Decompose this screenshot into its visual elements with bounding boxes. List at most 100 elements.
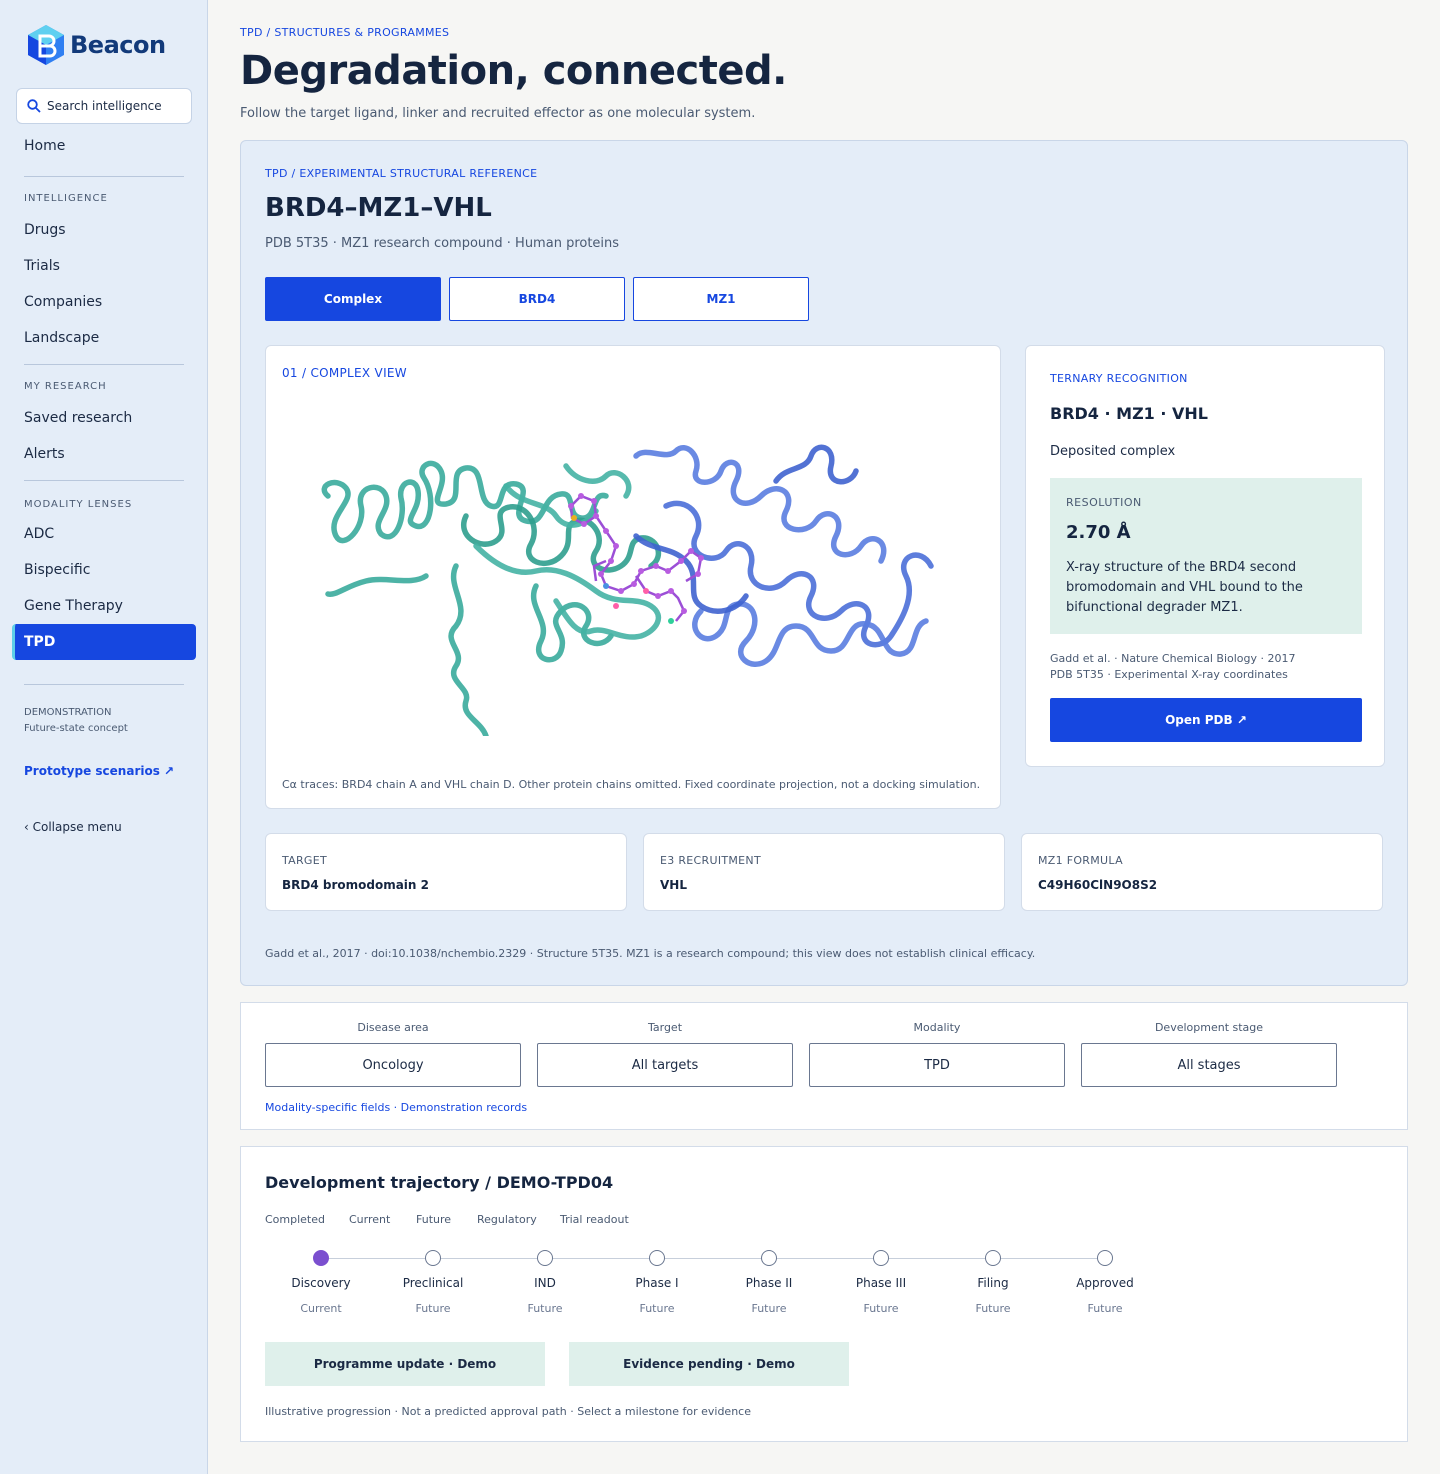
ternary-kicker: TERNARY RECOGNITION [1050,372,1188,385]
section-modality-lenses: MODALITY LENSES [24,499,133,510]
collapse-menu-button[interactable]: ‹ Collapse menu [24,820,122,834]
milestone-status: Future [527,1302,563,1315]
sidebar-item-home[interactable]: Home [12,128,196,164]
milestone-status: Current [300,1302,342,1315]
milestone-phase-3[interactable]: Phase III Future [825,1250,937,1315]
filter-label: Development stage [1154,1021,1264,1034]
section-my-research: MY RESEARCH [24,381,107,392]
legend-completed: Completed [265,1213,325,1226]
structure-subtitle: PDB 5T35 · MZ1 research compound · Human… [265,236,620,251]
trajectory-footnote: Illustrative progression · Not a predict… [265,1405,751,1418]
milestone-status: Future [751,1302,787,1315]
sidebar-item-landscape[interactable]: Landscape [12,320,196,356]
milestone-dot [873,1250,889,1266]
milestone-status: Future [863,1302,899,1315]
sidebar-item-saved-research[interactable]: Saved research [12,400,196,436]
fact-value: BRD4 bromodomain 2 [282,878,429,892]
search-placeholder: Search intelligence [47,99,162,113]
filter-development-stage: Development stage All stages [1081,1021,1337,1087]
milestone-name: Filing [977,1276,1009,1290]
viewer-caption: Cα traces: BRD4 chain A and VHL chain D.… [282,778,981,791]
milestone-name: Phase III [855,1276,907,1290]
milestone-name: IND [534,1276,556,1290]
milestone-status: Future [1087,1302,1123,1315]
prototype-scenarios-link[interactable]: Prototype scenarios ↗ [24,764,174,778]
fact-label: MZ1 FORMULA [1038,854,1123,867]
sidebar-divider [24,684,184,685]
milestone-dot [761,1250,777,1266]
demonstration-subtitle: Future-state concept [24,723,128,734]
sidebar-item-tpd[interactable]: TPD [12,624,196,660]
section-intelligence: INTELLIGENCE [24,193,108,204]
structure-footnote: Gadd et al., 2017 · doi:10.1038/nchembio… [265,947,1036,960]
milestone-phase-2[interactable]: Phase II Future [713,1250,825,1315]
search-icon [27,99,41,113]
sidebar-divider [24,364,184,365]
filter-label: Modality [913,1021,961,1034]
page-subtitle: Follow the target ligand, linker and rec… [240,106,756,121]
milestone-name: Preclinical [402,1276,464,1290]
sidebar-item-drugs[interactable]: Drugs [12,212,196,248]
milestone-phase-1[interactable]: Phase I Future [601,1250,713,1315]
milestone-name: Phase II [745,1276,793,1290]
milestone-name: Discovery [291,1276,351,1290]
sidebar-item-bispecific[interactable]: Bispecific [12,552,196,588]
development-stage-select[interactable]: All stages [1081,1043,1337,1087]
milestone-discovery[interactable]: Discovery Current [265,1250,377,1315]
milestone-name: Approved [1076,1276,1134,1290]
complex-viewer[interactable]: 01 / COMPLEX VIEW Cα traces: BRD4 chain … [265,345,1001,809]
milestone-approved[interactable]: Approved Future [1049,1250,1161,1315]
milestone-preclinical[interactable]: Preclinical Future [377,1250,489,1315]
sidebar-item-adc[interactable]: ADC [12,516,196,552]
legend-current: Current [349,1213,391,1226]
pdb-note: PDB 5T35 · Experimental X-ray coordinate… [1050,668,1288,681]
milestone-filing[interactable]: Filing Future [937,1250,1049,1315]
legend-trial-readout: Trial readout [560,1213,629,1226]
sidebar-item-trials[interactable]: Trials [12,248,196,284]
filter-label: Target [647,1021,683,1034]
resolution-label: RESOLUTION [1066,496,1142,509]
search-input[interactable]: Search intelligence [16,88,192,124]
target-select[interactable]: All targets [537,1043,793,1087]
milestone-dot [649,1250,665,1266]
milestone-dot [425,1250,441,1266]
brd4-chain-trace [321,460,662,736]
sidebar-item-alerts[interactable]: Alerts [12,436,196,472]
fact-value: VHL [660,878,687,892]
milestone-dot [985,1250,1001,1266]
fact-card-e3-recruitment: E3 RECRUITMENT VHL [643,833,1005,911]
filter-footnote-link[interactable]: Modality-specific fields · Demonstration… [265,1101,527,1114]
modality-select[interactable]: TPD [809,1043,1065,1087]
disease-area-select[interactable]: Oncology [265,1043,521,1087]
milestone-status: Future [975,1302,1011,1315]
open-pdb-button[interactable]: Open PDB ↗ [1050,698,1362,742]
filter-modality: Modality TPD [809,1021,1065,1087]
vhl-chain-trace [633,444,934,667]
milestone-dot [537,1250,553,1266]
filter-label: Disease area [357,1021,429,1034]
milestone-name: Phase I [635,1276,679,1290]
fact-label: TARGET [282,854,328,867]
tab-mz1[interactable]: MZ1 [633,277,809,321]
sidebar-item-gene-therapy[interactable]: Gene Therapy [12,588,196,624]
structure-kicker: TPD / EXPERIMENTAL STRUCTURAL REFERENCE [265,167,538,180]
sidebar-divider [24,176,184,177]
milestone-ind[interactable]: IND Future [489,1250,601,1315]
filter-bar: Disease area Oncology Target All targets… [240,1002,1408,1130]
milestone-status: Future [415,1302,451,1315]
protein-structure-render[interactable] [306,426,966,736]
citation: Gadd et al. · Nature Chemical Biology · … [1050,652,1296,665]
milestone-status: Future [639,1302,675,1315]
beacon-logo[interactable]: Beacon [26,24,166,66]
programme-update-pill[interactable]: Programme update · Demo [265,1342,545,1386]
breadcrumb[interactable]: TPD / STRUCTURES & PROGRAMMES [240,26,449,39]
sidebar-item-companies[interactable]: Companies [12,284,196,320]
evidence-pending-pill[interactable]: Evidence pending · Demo [569,1342,849,1386]
legend-future: Future [416,1213,452,1226]
tab-complex[interactable]: Complex [265,277,441,321]
filter-target: Target All targets [537,1021,793,1087]
ternary-subtitle: Deposited complex [1050,444,1176,459]
tab-brd4[interactable]: BRD4 [449,277,625,321]
demonstration-label: DEMONSTRATION [24,707,112,718]
ternary-recognition-card: TERNARY RECOGNITION BRD4 · MZ1 · VHL Dep… [1025,345,1385,767]
